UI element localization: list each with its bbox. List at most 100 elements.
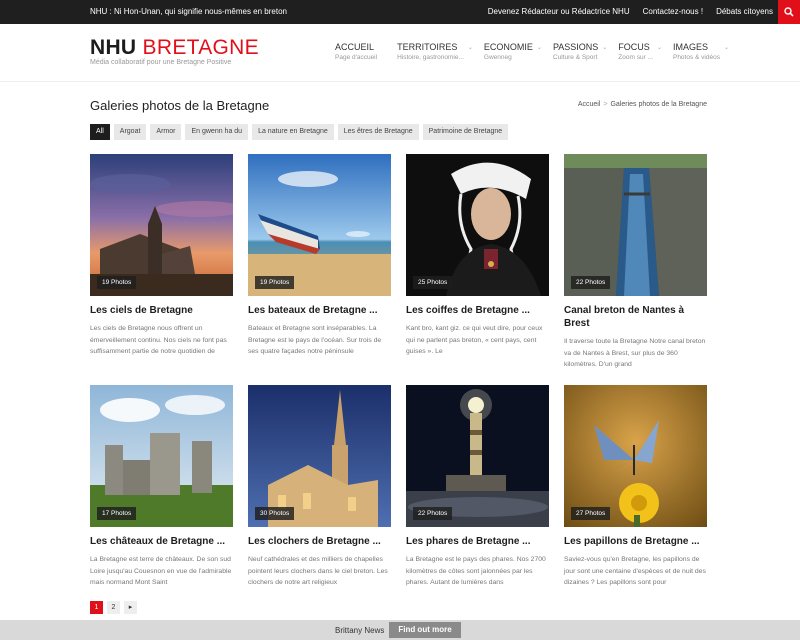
chevron-down-icon: ⌄ (536, 45, 542, 51)
gallery-card[interactable]: 17 Photos Les châteaux de Bretagne ... L… (90, 385, 233, 589)
boat-image (248, 154, 391, 296)
chevron-down-icon: ⌄ (467, 45, 473, 51)
breadcrumb-home[interactable]: Accueil (578, 101, 601, 108)
gallery-excerpt: Les ciels de Bretagne nous offrent un ém… (90, 325, 227, 355)
gallery-card[interactable]: 19 Photos Les bateaux de Bretagne ... Ba… (248, 154, 391, 358)
page-2-button[interactable]: 2 (107, 601, 120, 614)
lighthouse-image (406, 385, 549, 527)
chevron-down-icon: ⌄ (602, 45, 608, 51)
photo-count-badge: 19 Photos (97, 276, 137, 289)
filter-nature[interactable]: La nature en Bretagne (252, 124, 334, 140)
logo-part-nhu: NHU (90, 36, 137, 59)
filter-etres[interactable]: Les êtres de Bretagne (337, 124, 419, 140)
gallery-excerpt: Kant bro, kant giz. ce qui veut dire, po… (406, 325, 543, 355)
gallery-title[interactable]: Les châteaux de Bretagne ... (90, 535, 233, 548)
top-link-become-writer[interactable]: Devenez Rédacteur ou Rédactrice NHU (488, 7, 630, 16)
nav-sublabel: Zoom sur ... (618, 54, 653, 61)
nav-label: Accueil (335, 42, 375, 52)
breadcrumb-current: Galeries photos de la Bretagne (610, 101, 707, 108)
gallery-title[interactable]: Les ciels de Bretagne (90, 304, 233, 317)
gallery-thumbnail[interactable]: 22 Photos (406, 385, 549, 527)
top-link-debates[interactable]: Débats citoyens (716, 7, 773, 16)
gallery-excerpt: Neuf cathédrales et des milliers de chap… (248, 556, 388, 586)
sky-chapel-image (90, 154, 233, 296)
next-page-icon[interactable]: ▸ (124, 601, 137, 614)
photo-count-badge: 22 Photos (413, 507, 453, 520)
gallery-card[interactable]: 25 Photos Les coiffes de Bretagne ... Ka… (406, 154, 549, 358)
gallery-excerpt: La Bretagne est le pays des phares. Nos … (406, 556, 546, 586)
search-button[interactable] (778, 0, 800, 24)
filter-argoat[interactable]: Argoat (113, 124, 147, 140)
top-link-contact[interactable]: Contactez-nous ! (643, 7, 703, 16)
gallery-card[interactable]: 22 Photos Les phares de Bretagne ... La … (406, 385, 549, 589)
coiffe-portrait-image (406, 154, 549, 296)
main-nav: Accueil Page d'accueil Territoires Histo… (335, 42, 740, 63)
gallery-thumbnail[interactable]: 19 Photos (90, 154, 233, 296)
gallery-thumbnail[interactable]: 17 Photos (90, 385, 233, 527)
filter-armor[interactable]: Armor (150, 124, 182, 140)
gallery-card[interactable]: 30 Photos Les clochers de Bretagne ... N… (248, 385, 391, 589)
gallery-card[interactable]: 22 Photos Canal breton de Nantes à Brest… (564, 154, 707, 371)
canal-lock-image (564, 154, 707, 296)
page-1-button[interactable]: 1 (90, 601, 103, 614)
nav-label: Images (672, 42, 708, 52)
site-logo[interactable]: NHU BRETAGNE (90, 37, 259, 59)
photo-count-badge: 27 Photos (571, 507, 611, 520)
gallery-card[interactable]: 27 Photos Les papillons de Bretagne ... … (564, 385, 707, 589)
filter-patrimoine[interactable]: Patrimoine de Bretagne (422, 124, 509, 140)
gallery-card[interactable]: 19 Photos Les ciels de Bretagne Les ciel… (90, 154, 233, 358)
gallery-thumbnail[interactable]: 22 Photos (564, 154, 707, 296)
castle-ruins-image (90, 385, 233, 527)
nav-label: Territoires (397, 42, 458, 52)
nav-sublabel: Photos & vidéos (672, 54, 720, 61)
site-slogan: Média collaboratif pour une Bretagne Pos… (90, 59, 232, 66)
banner-label: Brittany News (335, 626, 385, 635)
photo-count-badge: 25 Photos (413, 276, 453, 289)
page-title: Galeries photos de la Bretagne (90, 98, 270, 113)
filter-all[interactable]: All (90, 124, 110, 140)
gallery-thumbnail[interactable]: 30 Photos (248, 385, 391, 527)
nav-sublabel: Gwenneg (483, 54, 512, 61)
gallery-filters: All Argoat Armor En gwenn ha du La natur… (90, 124, 509, 140)
photo-count-badge: 19 Photos (255, 276, 295, 289)
nav-item-passions[interactable]: Passions Culture & Sport ⌄ (552, 42, 607, 63)
nav-item-images[interactable]: Images Photos & vidéos ⌄ (672, 42, 729, 63)
nav-label: Focus (618, 42, 650, 52)
nav-item-economie[interactable]: Economie Gwenneg ⌄ (483, 42, 542, 63)
gallery-title[interactable]: Les bateaux de Bretagne ... (248, 304, 391, 317)
gallery-excerpt: Il traverse toute la Bretagne Notre cana… (564, 338, 706, 368)
site-tagline: NHU : Ni Hon-Unan, qui signifie nous-mêm… (90, 7, 287, 16)
gallery-title[interactable]: Les coiffes de Bretagne ... (406, 304, 549, 317)
gallery-thumbnail[interactable]: 27 Photos (564, 385, 707, 527)
site-header: NHU BRETAGNE Média collaboratif pour une… (0, 24, 800, 82)
top-bar: NHU : Ni Hon-Unan, qui signifie nous-mêm… (0, 0, 800, 24)
breadcrumb-separator: > (603, 101, 608, 108)
top-links: Devenez Rédacteur ou Rédactrice NHU Cont… (488, 7, 773, 16)
bottom-banner: Brittany News Find out more (0, 620, 800, 640)
gallery-title[interactable]: Les papillons de Bretagne ... (564, 535, 707, 548)
photo-count-badge: 30 Photos (255, 507, 295, 520)
gallery-excerpt: La Bretagne est terre de châteaux. De so… (90, 556, 232, 586)
nav-sublabel: Culture & Sport (552, 54, 598, 61)
nav-sublabel: Histoire, gastronomie... (397, 54, 464, 61)
nav-item-territoires[interactable]: Territoires Histoire, gastronomie... ⌄ (397, 42, 473, 63)
butterfly-image (564, 385, 707, 527)
gallery-excerpt: Bateaux et Bretagne sont inséparables. L… (248, 325, 382, 355)
gallery-title[interactable]: Les phares de Bretagne ... (406, 535, 549, 548)
search-icon (784, 7, 794, 17)
nav-item-accueil[interactable]: Accueil Page d'accueil (335, 42, 377, 63)
nav-item-focus[interactable]: Focus Zoom sur ... ⌄ (618, 42, 662, 63)
nav-label: Economie (483, 42, 533, 52)
gallery-thumbnail[interactable]: 19 Photos (248, 154, 391, 296)
gallery-thumbnail[interactable]: 25 Photos (406, 154, 549, 296)
nav-label: Passions (552, 42, 599, 52)
gallery-title[interactable]: Les clochers de Bretagne ... (248, 535, 391, 548)
chevron-down-icon: ⌄ (723, 45, 729, 51)
filter-en-gwenn-ha-du[interactable]: En gwenn ha du (185, 124, 249, 140)
photo-count-badge: 17 Photos (97, 507, 137, 520)
gallery-title[interactable]: Canal breton de Nantes à Brest (564, 304, 707, 330)
gallery-excerpt: Saviez-vous qu'en Bretagne, les papillon… (564, 556, 706, 586)
find-out-more-button[interactable]: Find out more (389, 622, 461, 638)
pagination: 1 2 ▸ (90, 601, 137, 614)
church-steeple-image (248, 385, 391, 527)
